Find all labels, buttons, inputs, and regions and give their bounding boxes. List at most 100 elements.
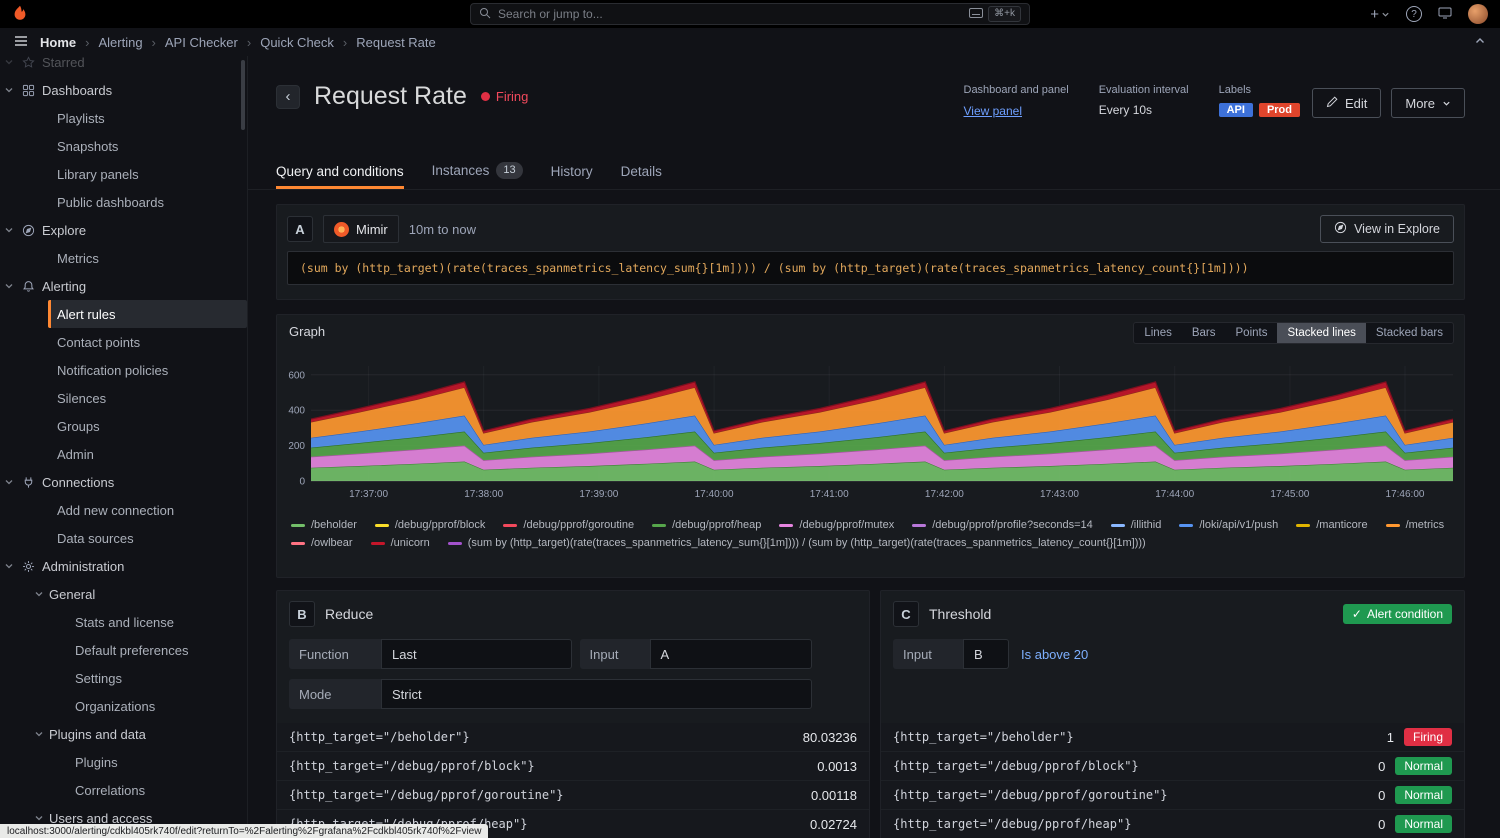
sidebar-item-notification-policies[interactable]: Notification policies [48, 356, 247, 384]
sidebar-item-general[interactable]: General [34, 580, 247, 608]
sidebar-item-alert-rules[interactable]: Alert rules [48, 300, 247, 328]
reduce-ref-badge: B [289, 601, 315, 627]
sidebar-item-contact-points[interactable]: Contact points [48, 328, 247, 356]
state-pill: Normal [1395, 815, 1452, 833]
svg-text:200: 200 [288, 441, 305, 452]
sidebar-item-library-panels[interactable]: Library panels [48, 160, 247, 188]
more-button[interactable]: More [1391, 88, 1465, 118]
series-color-marker [291, 524, 305, 527]
input-select[interactable]: A [650, 639, 812, 669]
sidebar-item-public-dashboards[interactable]: Public dashboards [48, 188, 247, 216]
graph-mode-switcher: Lines Bars Points Stacked lines Stacked … [1133, 322, 1454, 344]
monitor-icon[interactable] [1438, 7, 1452, 22]
sidebar-item-groups[interactable]: Groups [48, 412, 247, 440]
sidebar-item-explore[interactable]: Explore [0, 216, 247, 244]
legend-item[interactable]: /loki/api/v1/push [1179, 519, 1278, 531]
sidebar-item-plugins[interactable]: Plugins [66, 748, 247, 776]
svg-text:17:41:00: 17:41:00 [810, 489, 849, 500]
chevron-down-icon [34, 587, 44, 602]
sidebar-item-dashboards[interactable]: Dashboards [0, 76, 247, 104]
sidebar-item-metrics[interactable]: Metrics [48, 244, 247, 272]
legend-item[interactable]: /illithid [1111, 519, 1162, 531]
threshold-title: Threshold [929, 606, 991, 622]
add-button[interactable]: + [1370, 6, 1390, 23]
svg-text:17:39:00: 17:39:00 [579, 489, 618, 500]
firing-dot-icon [481, 92, 490, 101]
query-ref-badge: A [287, 216, 313, 242]
threshold-panel: C Threshold ✓ Alert condition Input B Is… [880, 590, 1465, 838]
breadcrumb-alerting[interactable]: Alerting [98, 35, 142, 50]
threshold-condition[interactable]: Is above 20 [1021, 647, 1088, 662]
threshold-result-row: {http_target="/beholder"}1Firing [881, 723, 1464, 752]
back-button[interactable]: ‹ [276, 85, 300, 109]
sidebar-item-alerting[interactable]: Alerting [0, 272, 247, 300]
sidebar-item-data-sources[interactable]: Data sources [48, 524, 247, 552]
legend-item[interactable]: /metrics [1386, 519, 1445, 531]
sidebar-nav: StarredDashboardsPlaylistsSnapshotsLibra… [0, 56, 248, 838]
tab-history[interactable]: History [551, 164, 593, 189]
series-color-marker [291, 542, 305, 545]
mode-select[interactable]: Strict [381, 679, 812, 709]
sidebar-item-connections[interactable]: Connections [0, 468, 247, 496]
sidebar-item-settings[interactable]: Settings [66, 664, 247, 692]
tab-instances[interactable]: Instances13 [432, 162, 523, 189]
search-input[interactable]: Search or jump to... ⌘+k [470, 3, 1030, 25]
sidebar-item-default-preferences[interactable]: Default preferences [66, 636, 247, 664]
sidebar-item-organizations[interactable]: Organizations [66, 692, 247, 720]
sidebar-item-starred[interactable]: Starred [0, 56, 247, 76]
sidebar-item-add-new-connection[interactable]: Add new connection [48, 496, 247, 524]
mode-bars[interactable]: Bars [1182, 323, 1226, 343]
sidebar-item-snapshots[interactable]: Snapshots [48, 132, 247, 160]
series-color-marker [371, 542, 385, 545]
legend-item[interactable]: /owlbear [291, 537, 353, 549]
threshold-input-select[interactable]: B [963, 639, 1009, 669]
sidebar-item-plugins-and-data[interactable]: Plugins and data [34, 720, 247, 748]
sidebar-item-admin[interactable]: Admin [48, 440, 247, 468]
legend-item[interactable]: (sum by (http_target)(rate(traces_spanme… [448, 537, 1146, 549]
datasource-picker[interactable]: Mimir [323, 215, 399, 243]
time-series-chart[interactable]: 17:37:0017:38:0017:39:0017:40:0017:41:00… [281, 347, 1461, 515]
legend-item[interactable]: /beholder [291, 519, 357, 531]
legend-item[interactable]: /debug/pprof/profile?seconds=14 [912, 519, 1093, 531]
function-select[interactable]: Last [381, 639, 572, 669]
user-avatar[interactable] [1468, 4, 1488, 24]
chevron-down-icon [4, 475, 14, 490]
tab-details[interactable]: Details [621, 164, 662, 189]
mode-points[interactable]: Points [1226, 323, 1278, 343]
tab-query-and-conditions[interactable]: Query and conditions [276, 164, 404, 189]
view-in-explore-button[interactable]: View in Explore [1320, 215, 1454, 243]
breadcrumb: Home › Alerting › API Checker › Quick Ch… [40, 35, 436, 50]
time-range[interactable]: 10m to now [409, 222, 476, 237]
mode-stacked-bars[interactable]: Stacked bars [1366, 323, 1453, 343]
svg-text:17:40:00: 17:40:00 [695, 489, 734, 500]
reduce-panel: B Reduce Function Last Input A Mode Stri… [276, 590, 870, 838]
breadcrumb-home[interactable]: Home [40, 35, 76, 50]
legend-item[interactable]: /debug/pprof/goroutine [503, 519, 634, 531]
edit-button[interactable]: Edit [1312, 88, 1381, 118]
chevron-down-icon [4, 279, 14, 294]
svg-text:0: 0 [299, 477, 305, 488]
sidebar-item-correlations[interactable]: Correlations [66, 776, 247, 804]
legend-item[interactable]: /unicorn [371, 537, 430, 549]
chevron-up-icon[interactable] [1474, 35, 1486, 50]
legend-item[interactable]: /debug/pprof/block [375, 519, 486, 531]
legend-item[interactable]: /manticore [1296, 519, 1367, 531]
sidebar-scrollbar[interactable] [241, 60, 245, 130]
query-expression[interactable]: (sum by (http_target)(rate(traces_spanme… [287, 251, 1454, 285]
shortcut-hint: ⌘+k [988, 6, 1021, 22]
hamburger-menu-icon[interactable] [14, 35, 28, 50]
threshold-result-row: {http_target="/debug/pprof/block"}0Norma… [881, 752, 1464, 781]
legend-item[interactable]: /debug/pprof/heap [652, 519, 761, 531]
help-icon[interactable]: ? [1406, 6, 1422, 22]
sidebar-item-administration[interactable]: Administration [0, 552, 247, 580]
mode-lines[interactable]: Lines [1134, 323, 1182, 343]
breadcrumb-api-checker[interactable]: API Checker [165, 35, 238, 50]
mode-stacked-lines[interactable]: Stacked lines [1277, 323, 1365, 343]
svg-text:17:37:00: 17:37:00 [349, 489, 388, 500]
sidebar-item-silences[interactable]: Silences [48, 384, 247, 412]
legend-item[interactable]: /debug/pprof/mutex [779, 519, 894, 531]
sidebar-item-playlists[interactable]: Playlists [48, 104, 247, 132]
breadcrumb-quick-check[interactable]: Quick Check [260, 35, 334, 50]
view-panel-link[interactable]: View panel [964, 104, 1023, 118]
sidebar-item-stats-and-license[interactable]: Stats and license [66, 608, 247, 636]
